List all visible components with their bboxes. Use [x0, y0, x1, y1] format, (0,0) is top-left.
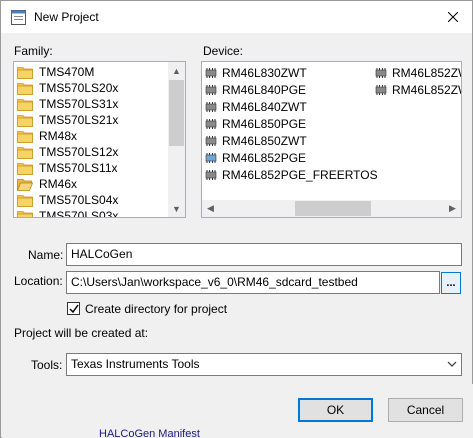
- device-list-item[interactable]: RM46L852PGE: [204, 150, 306, 166]
- device-item-label: RM46L840PGE: [222, 83, 307, 97]
- family-vertical-scrollbar[interactable]: ▲ ▼: [168, 62, 185, 217]
- family-list-item[interactable]: TMS570LS21x: [17, 112, 118, 128]
- family-item-label: TMS570LS20x: [39, 81, 119, 95]
- folder-icon: [17, 114, 33, 127]
- app-icon: [11, 10, 26, 25]
- family-item-label: RM48x: [39, 129, 78, 143]
- name-field[interactable]: HALCoGen: [66, 243, 462, 266]
- device-list-item[interactable]: RM46L840PGE: [204, 82, 306, 98]
- folder-icon: [17, 130, 33, 143]
- family-list-item[interactable]: TMS570LS04x: [17, 192, 118, 208]
- folder-icon: [17, 194, 33, 207]
- scroll-thumb[interactable]: [169, 80, 184, 146]
- folder-icon: [17, 82, 33, 95]
- family-item-label: TMS570LS04x: [39, 193, 119, 207]
- device-item-label: RM46L830ZWT: [222, 66, 307, 80]
- create-directory-checkbox[interactable]: [67, 302, 80, 315]
- project-location-label: Project will be created at:: [14, 326, 149, 340]
- chip-icon: [205, 170, 217, 180]
- device-item-label: RM46L850ZWT: [222, 134, 307, 148]
- location-label: Location:: [14, 274, 63, 288]
- family-item-label: TMS570LS31x: [39, 97, 119, 111]
- chip-icon: [205, 119, 217, 129]
- new-project-dialog: New Project Family: TMS470M TMS570LS20x TM…: [0, 0, 473, 438]
- create-directory-label: Create directory for project: [85, 302, 228, 316]
- dialog-footer: OK Cancel: [2, 384, 473, 438]
- ok-button[interactable]: OK: [298, 398, 373, 422]
- device-list-item[interactable]: RM46L850ZWT: [204, 133, 307, 149]
- family-item-label: TMS570LS12x: [39, 145, 119, 159]
- checkmark-icon: [68, 304, 79, 313]
- family-list[interactable]: TMS470M TMS570LS20x TMS570LS31x TMS570LS21x…: [13, 61, 186, 218]
- scroll-up-icon[interactable]: ▲: [168, 62, 185, 79]
- device-label: Device:: [203, 44, 244, 58]
- tools-select[interactable]: Texas Instruments Tools: [66, 353, 462, 376]
- chip-icon: [205, 136, 217, 146]
- device-list-item[interactable]: RM46L852ZW: [374, 82, 462, 98]
- folder-icon: [17, 66, 33, 79]
- dialog-title: New Project: [34, 10, 99, 24]
- chip-icon: [205, 102, 217, 112]
- folder-open-icon: [17, 178, 33, 191]
- family-list-item[interactable]: RM48x: [17, 128, 77, 144]
- folder-icon: [17, 162, 33, 175]
- family-list-item[interactable]: TMS570LS03x: [17, 208, 119, 218]
- family-list-item[interactable]: TMS570LS11x: [17, 160, 118, 176]
- tools-selected-value: Texas Instruments Tools: [71, 357, 200, 371]
- device-item-label: RM46L850PGE: [222, 117, 307, 131]
- family-item-label: TMS570LS03x: [39, 209, 119, 218]
- location-field[interactable]: C:\Users\Jan\workspace_v6_0\RM46_sdcard_…: [66, 271, 440, 294]
- device-item-label: RM46L852ZW: [392, 66, 462, 80]
- folder-icon: [17, 146, 33, 159]
- background-text: HALCoGen Manifest: [99, 428, 200, 438]
- family-item-label: TMS570LS21x: [39, 113, 119, 127]
- scroll-right-icon[interactable]: ▶: [444, 200, 461, 217]
- device-list-item[interactable]: RM46L830ZWT: [204, 65, 307, 81]
- folder-icon: [17, 98, 33, 111]
- scroll-thumb[interactable]: [295, 201, 371, 216]
- scroll-left-icon[interactable]: ◀: [202, 200, 219, 217]
- device-list[interactable]: RM46L830ZWT RM46L840PGE RM46L840ZWT RM46L85…: [201, 61, 462, 218]
- chip-icon: [205, 153, 217, 163]
- family-list-item[interactable]: TMS570LS12x: [17, 144, 118, 160]
- device-list-item[interactable]: RM46L852PGE_FREERTOS: [204, 167, 378, 183]
- browse-button[interactable]: ...: [441, 272, 461, 294]
- device-item-label: RM46L840ZWT: [222, 100, 307, 114]
- device-list-item[interactable]: RM46L850PGE: [204, 116, 306, 132]
- folder-icon: [17, 210, 33, 217]
- tools-label: Tools:: [31, 358, 63, 372]
- chip-icon: [375, 85, 387, 95]
- device-horizontal-scrollbar[interactable]: ◀ ▶: [202, 200, 461, 217]
- name-label: Name:: [28, 248, 64, 262]
- chip-icon: [205, 68, 217, 78]
- device-item-label: RM46L852ZW: [392, 83, 462, 97]
- family-list-item[interactable]: TMS470M: [17, 64, 94, 80]
- device-list-item[interactable]: RM46L840ZWT: [204, 99, 307, 115]
- family-list-item[interactable]: RM46x: [17, 176, 77, 192]
- chevron-down-icon: [447, 361, 457, 367]
- scroll-down-icon[interactable]: ▼: [168, 200, 185, 217]
- cancel-button[interactable]: Cancel: [388, 398, 463, 422]
- chip-icon: [205, 85, 217, 95]
- device-item-label: RM46L852PGE: [222, 151, 307, 165]
- device-list-item[interactable]: RM46L852ZW: [374, 65, 462, 81]
- family-list-item[interactable]: TMS570LS20x: [17, 80, 118, 96]
- close-icon: [448, 12, 458, 22]
- device-item-label: RM46L852PGE_FREERTOS: [222, 168, 378, 182]
- title-bar: New Project: [1, 1, 472, 33]
- family-item-label: TMS570LS11x: [39, 161, 118, 175]
- family-item-label: RM46x: [39, 177, 78, 191]
- close-button[interactable]: [434, 1, 472, 33]
- chip-icon: [375, 68, 387, 78]
- family-item-label: TMS470M: [39, 65, 95, 79]
- family-label: Family:: [14, 44, 53, 58]
- family-list-item[interactable]: TMS570LS31x: [17, 96, 118, 112]
